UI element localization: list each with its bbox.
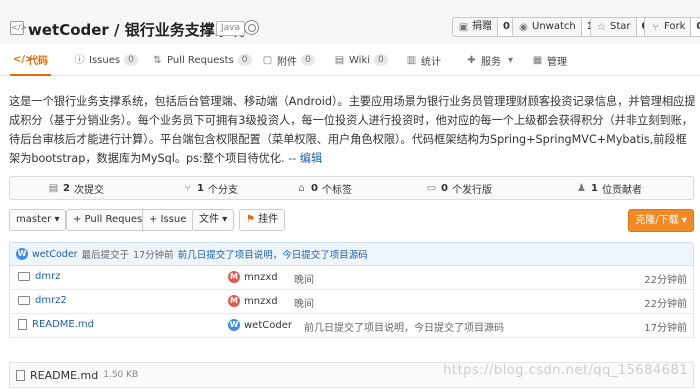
- repo-description: 这是一个银行业务支撑系统，包括后台管理端、移动端（Android）。主要应用场景…: [9, 92, 697, 168]
- tab-attachments[interactable]: ▢ 附件 0: [262, 44, 315, 76]
- avatar[interactable]: M: [228, 271, 240, 283]
- caret-down-icon: ▾: [222, 214, 228, 225]
- attachments-count: 0: [301, 54, 315, 66]
- files-dropdown[interactable]: 文件 ▾: [192, 209, 235, 231]
- wiki-count: 0: [374, 54, 388, 66]
- fork-button[interactable]: ⑂Fork 0: [644, 17, 700, 37]
- new-issue-button[interactable]: + Issue: [142, 209, 194, 231]
- tab-code[interactable]: </> 代码: [10, 44, 51, 76]
- repo-title[interactable]: wetCoder / 银行业务支撑系统: [28, 19, 245, 40]
- file-time: 22分钟前: [644, 299, 687, 310]
- commit-icon: ▤: [48, 182, 59, 194]
- file-author[interactable]: mnzxd: [244, 272, 278, 283]
- last-commit-bar: W wetCoder 最后提交于 17分钟前 前几日提交了项目说明，今日提交了项…: [9, 242, 694, 266]
- tab-wiki[interactable]: ▤ Wiki 0: [334, 44, 388, 76]
- branches-stat[interactable]: ⑂ 1 个分支: [182, 177, 238, 199]
- repo-icon: </>: [10, 21, 27, 35]
- file-commit-message[interactable]: 前几日提交了项目说明，今日提交了项目源码: [304, 319, 504, 334]
- avatar[interactable]: W: [228, 319, 240, 331]
- folder-icon: [18, 296, 30, 305]
- branch-icon: ⑂: [184, 182, 191, 194]
- file-name-link[interactable]: dmrz: [35, 271, 60, 282]
- repo-stats: ▤ 2 次提交 ⑂ 1 个分支 ⌂ 0 个标签 ▭ 0 个发行版 ♟ 1 位贡献者: [9, 176, 694, 200]
- commit-message-link[interactable]: 前几日提交了项目说明，今日提交了项目源码: [178, 247, 368, 261]
- commit-time: 17分钟前: [133, 250, 174, 261]
- tab-issues[interactable]: ⓘ Issues 0: [74, 44, 138, 76]
- watermark: https://blog.csdn.net/qq_15684681: [443, 363, 688, 378]
- repo-header: </> wetCoder / 银行业务支撑系统 Java ▣ 捐赠 0 ◉ Unwa…: [0, 0, 700, 44]
- pull-request-button[interactable]: + Pull Request: [66, 209, 154, 231]
- readme-size: 1.50 KB: [103, 370, 139, 380]
- file-time: 22分钟前: [644, 275, 687, 286]
- branch-select[interactable]: master ▾: [9, 209, 67, 231]
- tag-icon: ⌂: [298, 182, 305, 194]
- issue-icon: ⓘ: [74, 54, 85, 66]
- file-row[interactable]: dmrz Mmnzxd 晚间 22分钟前: [9, 266, 694, 290]
- commit-author[interactable]: wetCoder: [32, 249, 78, 260]
- tags-stat[interactable]: ⌂ 0 个标签: [296, 177, 352, 199]
- file-author[interactable]: mnzxd: [244, 296, 278, 307]
- attachment-icon: ▢: [262, 54, 273, 66]
- releases-stat[interactable]: ▭ 0 个发行版: [426, 177, 492, 199]
- caret-down-icon: ▾: [681, 215, 687, 226]
- commits-stat[interactable]: ▤ 2 次提交: [48, 177, 104, 199]
- gift-icon: ▣: [458, 21, 469, 33]
- code-icon: </>: [13, 53, 34, 65]
- file-name-link[interactable]: dmrz2: [35, 295, 67, 306]
- file-row[interactable]: dmrz2 Mmnzxd 晚间 22分钟前: [9, 290, 694, 314]
- fork-icon: ⑂: [652, 21, 659, 33]
- eye-icon: ◉: [519, 21, 528, 33]
- file-commit-message[interactable]: 晚间: [294, 271, 314, 286]
- manage-icon: ▦: [532, 54, 543, 66]
- tab-statistics[interactable]: ▥ 统计: [406, 44, 441, 76]
- bookmark-icon: ⚑: [246, 214, 255, 225]
- release-icon: ▭: [426, 182, 437, 194]
- folder-icon: [18, 272, 30, 281]
- caret-down-icon: ▾: [507, 54, 514, 66]
- tab-services[interactable]: ✚ 服务 ▾: [466, 44, 516, 76]
- language-badge[interactable]: Java: [216, 21, 246, 36]
- donate-button[interactable]: ▣ 捐赠 0: [452, 17, 516, 37]
- book-icon: ▤: [334, 54, 345, 66]
- file-icon: [16, 369, 25, 381]
- file-time: 17分钟前: [644, 323, 687, 334]
- file-commit-message[interactable]: 晚间: [294, 295, 314, 310]
- users-icon: ♟: [577, 182, 586, 194]
- tab-pull-requests[interactable]: ⇅ Pull Requests 0: [152, 44, 252, 76]
- gvp-icon: [244, 20, 259, 35]
- file-icon: [18, 319, 27, 330]
- pendant-button[interactable]: ⚑ 挂件: [239, 209, 286, 231]
- file-name-link[interactable]: README.md: [32, 319, 94, 330]
- fork-count: 0: [690, 18, 700, 36]
- readme-title[interactable]: README.md: [30, 369, 98, 382]
- tab-manage[interactable]: ▦ 管理: [532, 44, 567, 76]
- pull-request-icon: ⇅: [153, 54, 162, 66]
- star-icon: ☆: [597, 21, 606, 33]
- file-author[interactable]: wetCoder: [244, 320, 292, 331]
- caret-down-icon: ▾: [54, 214, 60, 225]
- contributors-stat[interactable]: ♟ 1 位贡献者: [576, 177, 642, 199]
- avatar[interactable]: M: [228, 295, 240, 307]
- file-row[interactable]: README.md WwetCoder 前几日提交了项目说明，今日提交了项目源码…: [9, 314, 694, 338]
- services-icon: ✚: [467, 54, 476, 66]
- repo-tabs: </> 代码 ⓘ Issues 0 ⇅ Pull Requests 0 ▢ 附件…: [0, 44, 700, 76]
- pull-requests-count: 0: [237, 54, 252, 66]
- avatar[interactable]: W: [16, 248, 28, 260]
- edit-description-link[interactable]: -- 编辑: [288, 152, 322, 165]
- clone-download-button[interactable]: 克隆/下载 ▾: [628, 209, 694, 232]
- unwatch-button[interactable]: ◉Unwatch 1: [512, 17, 600, 37]
- description-text: 这是一个银行业务支撑系统，包括后台管理端、移动端（Android）。主要应用场景…: [9, 95, 696, 165]
- chart-icon: ▥: [406, 54, 417, 66]
- issues-count: 0: [124, 54, 138, 66]
